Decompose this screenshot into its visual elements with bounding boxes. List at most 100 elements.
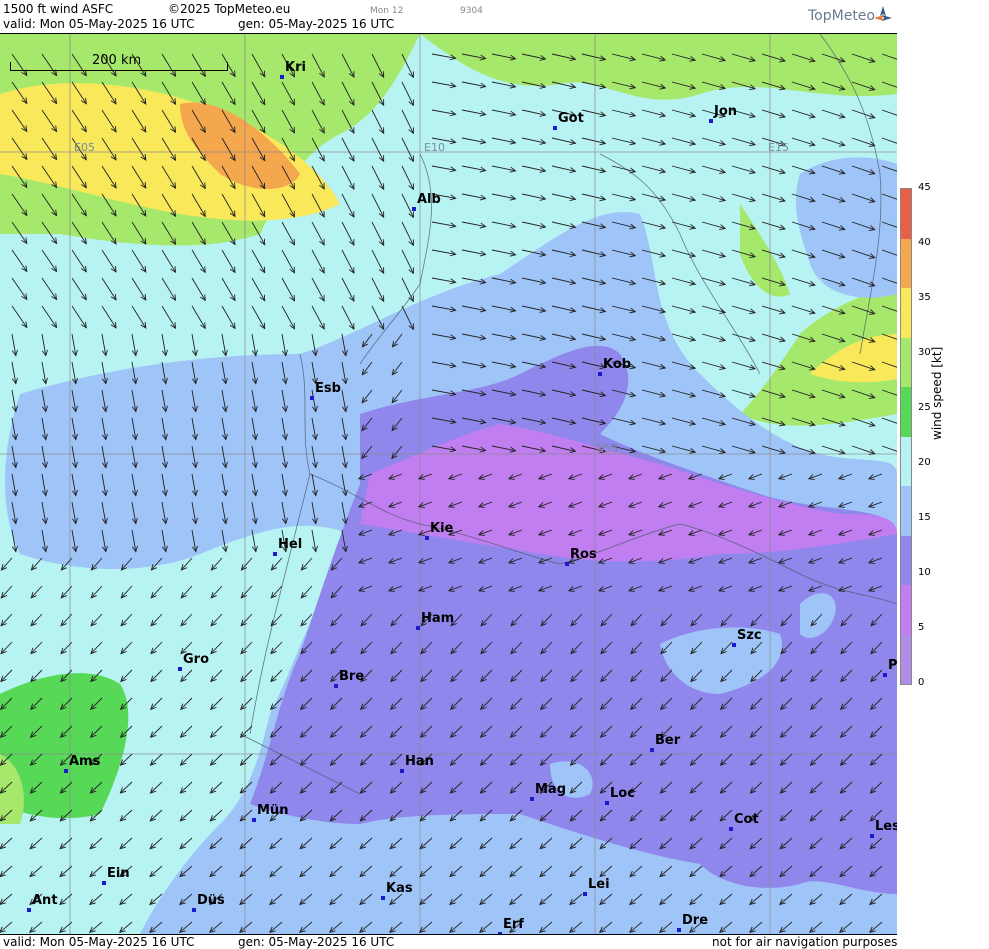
wind-arrow [701,53,727,62]
header: 1500 ft wind ASFC ©2025 TopMeteo.eu Mon … [0,0,897,32]
wind-arrow [299,781,313,794]
wind-arrow [311,165,325,190]
wind-arrow [461,193,487,201]
wind-map[interactable]: 200 km E05 E10 E15 N55 Kri Got Jon Alb Kob Es… [0,33,897,935]
wind-arrow [161,445,168,469]
wind-arrow [131,221,147,245]
wind-arrow [240,557,253,571]
wind-arrow [599,865,613,878]
wind-arrow [371,277,385,303]
wind-arrow [449,893,463,906]
wind-arrow [720,697,733,711]
wind-arrow [221,417,228,441]
wind-arrow [417,501,433,508]
wind-arrow [0,725,13,738]
wind-arrow [431,389,457,397]
wind-arrow [161,109,177,134]
wind-arrow [431,361,457,369]
city-dot [178,667,182,671]
wind-arrow [179,725,193,738]
wind-arrow [570,697,583,711]
wind-arrow [371,249,385,275]
wind-arrow [870,641,883,655]
wind-arrow [509,725,523,738]
wind-arrow [509,837,523,850]
wind-arrows [0,53,897,934]
wind-arrow [341,81,355,107]
wind-arrow [851,221,876,231]
wind-arrow [101,193,117,217]
wind-arrow [629,837,643,850]
wind-arrow [641,305,667,314]
wind-arrow [839,781,853,794]
wind-arrow [581,109,607,118]
wind-arrow [329,809,343,822]
wind-arrow [221,333,228,357]
wind-arrow [510,613,523,627]
wind-arrow [329,725,343,738]
city-label: Kri [285,60,306,75]
city-label: Szc [737,628,762,643]
wind-arrow [581,53,607,62]
wind-arrow [461,221,487,229]
wind-arrow [161,333,168,357]
wind-arrow [209,809,223,822]
wind-arrow [821,81,846,91]
wind-arrow [719,725,733,738]
wind-arrow [29,781,43,794]
wind-arrow [209,921,223,934]
wind-arrow [71,249,87,273]
city-dot [334,684,338,688]
wind-arrow [551,137,577,146]
city-label: Jon [714,104,738,119]
wind-arrow [191,529,198,553]
wind-arrow [450,641,463,655]
wind-arrow [341,53,355,79]
wind-arrow [821,277,846,287]
legend-tick-label: 0 [918,677,925,688]
wind-arrow [809,921,823,934]
wind-arrow [731,305,757,315]
wind-arrow [101,165,117,189]
wind-arrow [779,725,793,738]
wind-arrow [750,669,763,683]
wind-arrow [210,613,223,627]
wind-arrow [209,781,223,794]
wind-arrow [671,193,697,202]
wind-arrow [629,865,643,878]
wind-arrow [29,753,43,766]
wind-arrow [11,193,28,217]
wind-arrow [807,501,823,508]
wind-arrow [281,473,288,497]
wind-arrow [101,277,117,301]
wind-arrow [701,305,727,314]
wind-arrow [161,501,168,525]
wind-arrow [479,781,493,794]
wind-arrow [491,53,517,61]
city-dot [583,892,587,896]
wind-arrow [60,585,73,599]
wind-arrow [311,109,325,134]
wind-arrow [11,445,18,469]
wind-arrow [391,417,403,432]
wind-arrow [131,249,147,273]
wind-arrow [119,781,133,794]
wind-arrow [461,361,487,369]
wind-arrow [341,473,348,497]
wind-arrow [641,193,667,202]
wind-arrow [449,921,463,934]
wind-arrow [11,277,28,301]
wind-arrow [821,109,846,119]
wind-arrow [810,613,823,627]
wind-arrow [161,221,177,246]
wind-arrow [671,109,697,118]
wind-arrow [701,81,727,90]
wind-arrow [119,837,133,850]
wind-arrow [539,893,553,906]
wind-arrow [270,613,283,627]
wind-arrow [611,53,637,62]
wind-arrow [161,249,177,274]
wind-arrow [41,137,58,161]
wind-arrow [447,585,463,592]
wind-arrow [30,585,43,599]
